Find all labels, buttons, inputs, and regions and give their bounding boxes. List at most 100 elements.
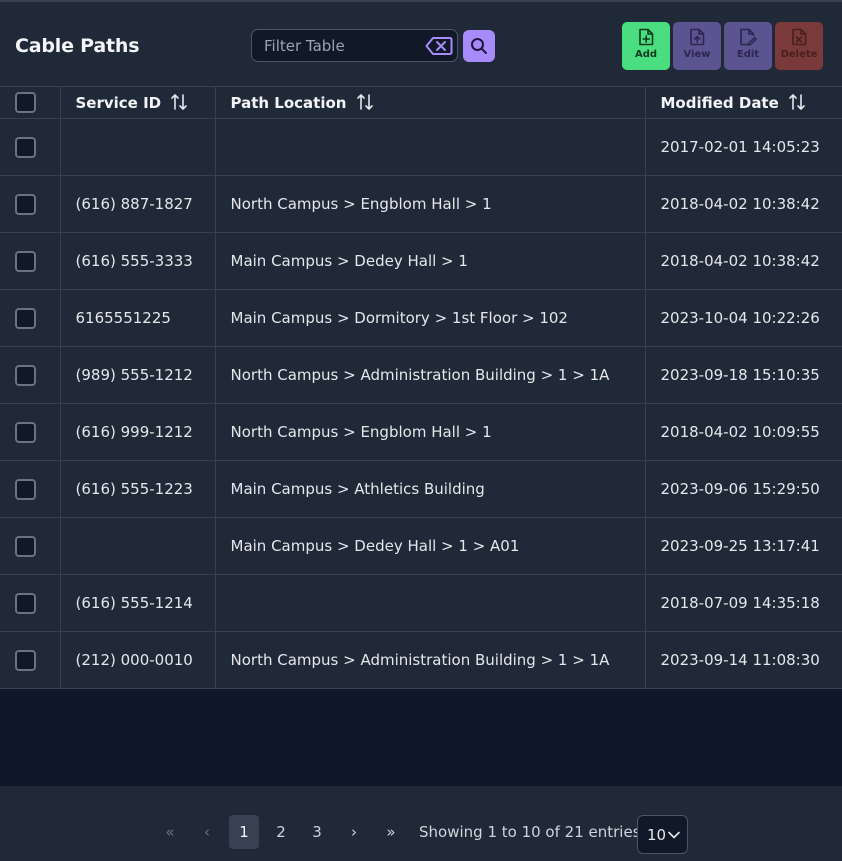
edit-button[interactable]: Edit [724,22,772,70]
column-label: Service ID [75,94,162,112]
service-id-cell: (616) 887-1827 [59,175,216,233]
row-select-cell [0,631,61,689]
table-row[interactable]: (616) 555-1223 Main Campus > Athletics B… [0,460,842,518]
path-location-cell: Main Campus > Athletics Building [214,460,646,518]
row-checkbox[interactable] [15,649,36,671]
row-select-cell [0,517,61,575]
page-button-3[interactable]: 3 [302,815,332,849]
service-id-cell [59,517,216,575]
row-select-cell [0,289,61,347]
file-plus-icon [639,28,654,46]
table-row[interactable]: (616) 887-1827 North Campus > Engblom Ha… [0,175,842,233]
last-page-button[interactable]: » [376,815,406,849]
table-header-bar: Cable Paths A [0,0,842,86]
first-page-button[interactable]: « [155,815,185,849]
table-row[interactable]: 2017-02-01 14:05:23 [0,118,842,176]
page-button-1[interactable]: 1 [229,815,259,849]
row-checkbox[interactable] [15,421,36,443]
edit-label: Edit [736,49,760,60]
column-header-service-id[interactable]: Service ID [59,86,216,119]
search-icon [471,38,487,54]
row-checkbox[interactable] [15,307,36,329]
row-checkbox[interactable] [15,193,36,215]
backspace-x-icon [425,36,453,55]
path-location-cell: Main Campus > Dedey Hall > 1 > A01 [214,517,646,575]
sort-arrows-icon[interactable] [170,93,188,111]
row-select-cell [0,346,61,404]
service-id-cell: (616) 555-1214 [59,574,216,632]
modified-date-cell: 2023-09-14 11:08:30 [644,631,842,689]
modified-date-cell: 2018-04-02 10:38:42 [644,232,842,290]
column-label: Modified Date [660,94,779,112]
row-checkbox[interactable] [15,364,36,386]
path-location-cell [214,574,646,632]
modified-date-cell: 2023-10-04 10:22:26 [644,289,842,347]
service-id-cell: 6165551225 [59,289,216,347]
modified-date-cell: 2018-04-02 10:38:42 [644,175,842,233]
row-select-cell [0,574,61,632]
page-size-select[interactable]: 10 [637,815,688,854]
table-row[interactable]: (212) 000-0010 North Campus > Administra… [0,631,842,689]
row-select-cell [0,403,61,461]
modified-date-cell: 2018-04-02 10:09:55 [644,403,842,461]
table-header-row: Service ID Path Location Modified Date [0,86,842,119]
page-size-value: 10 [647,825,667,844]
path-location-cell: North Campus > Engblom Hall > 1 [214,175,646,233]
file-edit-icon [740,28,757,46]
select-all-checkbox[interactable] [15,92,36,113]
path-location-cell: Main Campus > Dormitory > 1st Floor > 10… [214,289,646,347]
page-button-2[interactable]: 2 [266,815,296,849]
view-label: View [683,49,711,60]
modified-date-cell: 2017-02-01 14:05:23 [644,118,842,176]
row-checkbox[interactable] [15,478,36,500]
row-checkbox[interactable] [15,592,36,614]
prev-page-button[interactable]: ‹ [192,815,222,849]
row-checkbox[interactable] [15,136,36,158]
column-label: Path Location [230,94,347,112]
column-header-modified-date[interactable]: Modified Date [644,86,842,119]
path-location-cell: North Campus > Administration Building >… [214,346,646,404]
sort-arrows-icon[interactable] [788,93,806,111]
service-id-cell: (616) 555-3333 [59,232,216,290]
page-title: Cable Paths [15,35,140,57]
table-row[interactable]: Main Campus > Dedey Hall > 1 > A01 2023-… [0,517,842,575]
filter-box [251,29,458,62]
table-row[interactable]: (989) 555-1212 North Campus > Administra… [0,346,842,404]
row-checkbox[interactable] [15,250,36,272]
table-row[interactable]: (616) 555-3333 Main Campus > Dedey Hall … [0,232,842,290]
add-button[interactable]: Add [622,22,670,70]
row-select-cell [0,118,61,176]
filter-input[interactable] [252,30,422,61]
path-location-cell [214,118,646,176]
service-id-cell [59,118,216,176]
file-x-icon [792,28,807,46]
modified-date-cell: 2023-09-18 15:10:35 [644,346,842,404]
table-row[interactable]: 6165551225 Main Campus > Dormitory > 1st… [0,289,842,347]
row-select-cell [0,460,61,518]
service-id-cell: (989) 555-1212 [59,346,216,404]
row-select-cell [0,175,61,233]
column-header-path-location[interactable]: Path Location [214,86,646,119]
path-location-cell: North Campus > Engblom Hall > 1 [214,403,646,461]
path-location-cell: North Campus > Administration Building >… [214,631,646,689]
delete-label: Delete [780,49,818,60]
modified-date-cell: 2018-07-09 14:35:18 [644,574,842,632]
clear-filter-button[interactable] [425,35,453,56]
service-id-cell: (616) 555-1223 [59,460,216,518]
cable-paths-table: Service ID Path Location Modified Date 2… [0,86,842,689]
delete-button[interactable]: Delete [775,22,823,70]
search-button[interactable] [463,30,495,62]
row-checkbox[interactable] [15,535,36,557]
view-button[interactable]: View [673,22,721,70]
pagination-bar: « ‹ 1 2 3 › » Showing 1 to 10 of 21 entr… [0,786,842,861]
service-id-cell: (212) 000-0010 [59,631,216,689]
table-row[interactable]: (616) 555-1214 2018-07-09 14:35:18 [0,574,842,632]
service-id-cell: (616) 999-1212 [59,403,216,461]
select-all-cell [0,86,61,119]
chevron-down-icon [668,831,680,839]
next-page-button[interactable]: › [339,815,369,849]
table-row[interactable]: (616) 999-1212 North Campus > Engblom Ha… [0,403,842,461]
modified-date-cell: 2023-09-06 15:29:50 [644,460,842,518]
file-upload-icon [690,28,705,46]
sort-arrows-icon[interactable] [356,93,374,111]
